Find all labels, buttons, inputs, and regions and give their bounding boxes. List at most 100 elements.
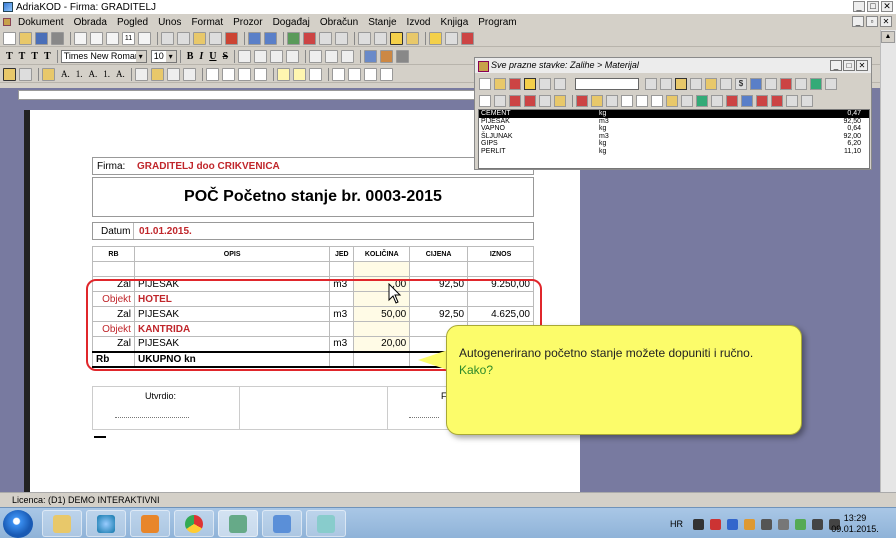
fw-minimize-button[interactable]: _: [830, 60, 842, 71]
tools-icon[interactable]: [445, 31, 458, 45]
list-item[interactable]: GIPS kg 6,20: [479, 140, 869, 148]
fw-doc5-icon[interactable]: [651, 94, 663, 107]
page-layout-icon[interactable]: [19, 67, 32, 81]
spacing-icon[interactable]: [341, 49, 355, 63]
clock[interactable]: 13:29 09.01.2015.: [820, 513, 890, 535]
material-list[interactable]: CEMENT kg 0,47 PIJESAK m3 92,50 VAPNO kg 0,64 ŠLJ…: [478, 109, 870, 169]
cut-icon[interactable]: [161, 31, 174, 45]
vertical-scrollbar[interactable]: ▲: [880, 30, 896, 492]
fw-build-icon[interactable]: [696, 94, 708, 107]
paste-icon[interactable]: [193, 31, 206, 45]
box-2-icon[interactable]: [347, 67, 361, 81]
taskbar-app2[interactable]: [262, 510, 302, 537]
close-button[interactable]: ✕: [881, 1, 893, 12]
open-folder-icon[interactable]: [19, 31, 32, 45]
box-4-icon[interactable]: [379, 67, 393, 81]
outdent-icon[interactable]: [325, 49, 339, 63]
fw-coins-icon[interactable]: [591, 94, 603, 107]
tray-icon-4[interactable]: [744, 518, 755, 530]
fw-win-icon[interactable]: [801, 94, 813, 107]
find-icon[interactable]: [374, 31, 387, 45]
menu-pogled[interactable]: Pogled: [112, 17, 153, 28]
fw-sort-icon[interactable]: [539, 77, 551, 90]
layout-mode-icon[interactable]: [3, 67, 16, 81]
hint-link[interactable]: Kako?: [459, 363, 493, 377]
undo-icon[interactable]: [248, 31, 261, 45]
fw-down-icon[interactable]: [576, 94, 588, 107]
list-item[interactable]: PERLIT kg 11,10: [479, 148, 869, 156]
print-icon[interactable]: [51, 31, 64, 45]
fw-export-icon[interactable]: [810, 77, 822, 90]
fw-check-icon[interactable]: [524, 77, 536, 90]
highlight-icon[interactable]: [380, 49, 394, 63]
new-doc-icon[interactable]: [3, 31, 16, 45]
preview-icon[interactable]: [74, 31, 87, 45]
list-item[interactable]: VAPNO kg 0,64: [479, 125, 869, 133]
fw-home-icon[interactable]: [726, 94, 738, 107]
numbering-1-button[interactable]: 1.: [76, 69, 83, 79]
numbering-a3-button[interactable]: A.: [116, 69, 125, 79]
menu-prozor[interactable]: Prozor: [228, 17, 267, 28]
fw-doc4-icon[interactable]: [636, 94, 648, 107]
tray-icon-5[interactable]: [761, 518, 772, 530]
menu-obracun[interactable]: Obračun: [315, 17, 363, 28]
fw-truck2-icon[interactable]: [524, 94, 536, 107]
tray-icon-3[interactable]: [727, 518, 738, 530]
align-center-icon[interactable]: [254, 49, 268, 63]
mdi-close-button[interactable]: ✕: [880, 16, 892, 27]
border-2-icon[interactable]: [221, 67, 235, 81]
fw-print-icon[interactable]: [825, 77, 837, 90]
menu-program[interactable]: Program: [473, 17, 521, 28]
page-number-icon[interactable]: 11: [122, 31, 135, 45]
maximize-button[interactable]: □: [867, 1, 879, 12]
format-brush-icon[interactable]: [42, 67, 55, 81]
numbering-a2-button[interactable]: A.: [89, 69, 98, 79]
menu-dogadaj[interactable]: Događaj: [268, 17, 315, 28]
taskbar-explorer[interactable]: [42, 510, 82, 537]
search-active-icon[interactable]: [390, 31, 403, 45]
strike-button[interactable]: S: [223, 51, 229, 62]
fw-undo-icon[interactable]: [750, 77, 762, 90]
indent-icon[interactable]: [309, 49, 323, 63]
border-1-icon[interactable]: [205, 67, 219, 81]
border-3-icon[interactable]: [237, 67, 251, 81]
list-item[interactable]: CEMENT kg 0,47: [479, 110, 869, 118]
fw-grid-icon[interactable]: [690, 77, 702, 90]
menu-unos[interactable]: Unos: [153, 17, 186, 28]
fw-org-icon[interactable]: [711, 94, 723, 107]
columns-icon[interactable]: [138, 31, 151, 45]
fw-up-icon[interactable]: [741, 94, 753, 107]
fw-person-icon[interactable]: [666, 94, 678, 107]
fw-view-icon[interactable]: [675, 77, 687, 90]
language-indicator[interactable]: HR: [670, 519, 683, 529]
tray-icon-2[interactable]: [710, 518, 721, 530]
fw-close-button[interactable]: ✕: [856, 60, 868, 71]
menu-dokument[interactable]: Dokument: [13, 17, 69, 28]
tray-icon-6[interactable]: [778, 518, 789, 530]
frame-icon[interactable]: [134, 67, 148, 81]
fw-open-icon[interactable]: [494, 77, 506, 90]
fw-binoculars-icon[interactable]: [645, 77, 657, 90]
tray-icon-7[interactable]: [795, 518, 806, 530]
style-t1-button[interactable]: T: [6, 51, 13, 62]
menu-knjiga[interactable]: Knjiga: [435, 17, 473, 28]
fw-grid2-icon[interactable]: [494, 94, 506, 107]
fw-phone-icon[interactable]: [765, 77, 777, 90]
numbering-a-button[interactable]: A.: [61, 69, 70, 79]
home-icon[interactable]: [303, 31, 316, 45]
fw-house-icon[interactable]: [756, 94, 768, 107]
list-icon[interactable]: [319, 31, 332, 45]
font-size-select[interactable]: 10: [150, 49, 177, 63]
underline-button[interactable]: U: [209, 51, 216, 62]
style-t3-button[interactable]: T: [31, 51, 38, 62]
fw-stop-icon[interactable]: [780, 77, 792, 90]
refresh-icon[interactable]: [287, 31, 300, 45]
style-t4-button[interactable]: T: [44, 51, 51, 62]
brush-icon[interactable]: [406, 31, 419, 45]
redo-icon[interactable]: [264, 31, 277, 45]
fill-none-icon[interactable]: [308, 67, 322, 81]
page-icon[interactable]: [106, 31, 119, 45]
style-t2-button[interactable]: T: [19, 51, 26, 62]
fw-sort2-icon[interactable]: [554, 77, 566, 90]
delete-icon[interactable]: [225, 31, 238, 45]
